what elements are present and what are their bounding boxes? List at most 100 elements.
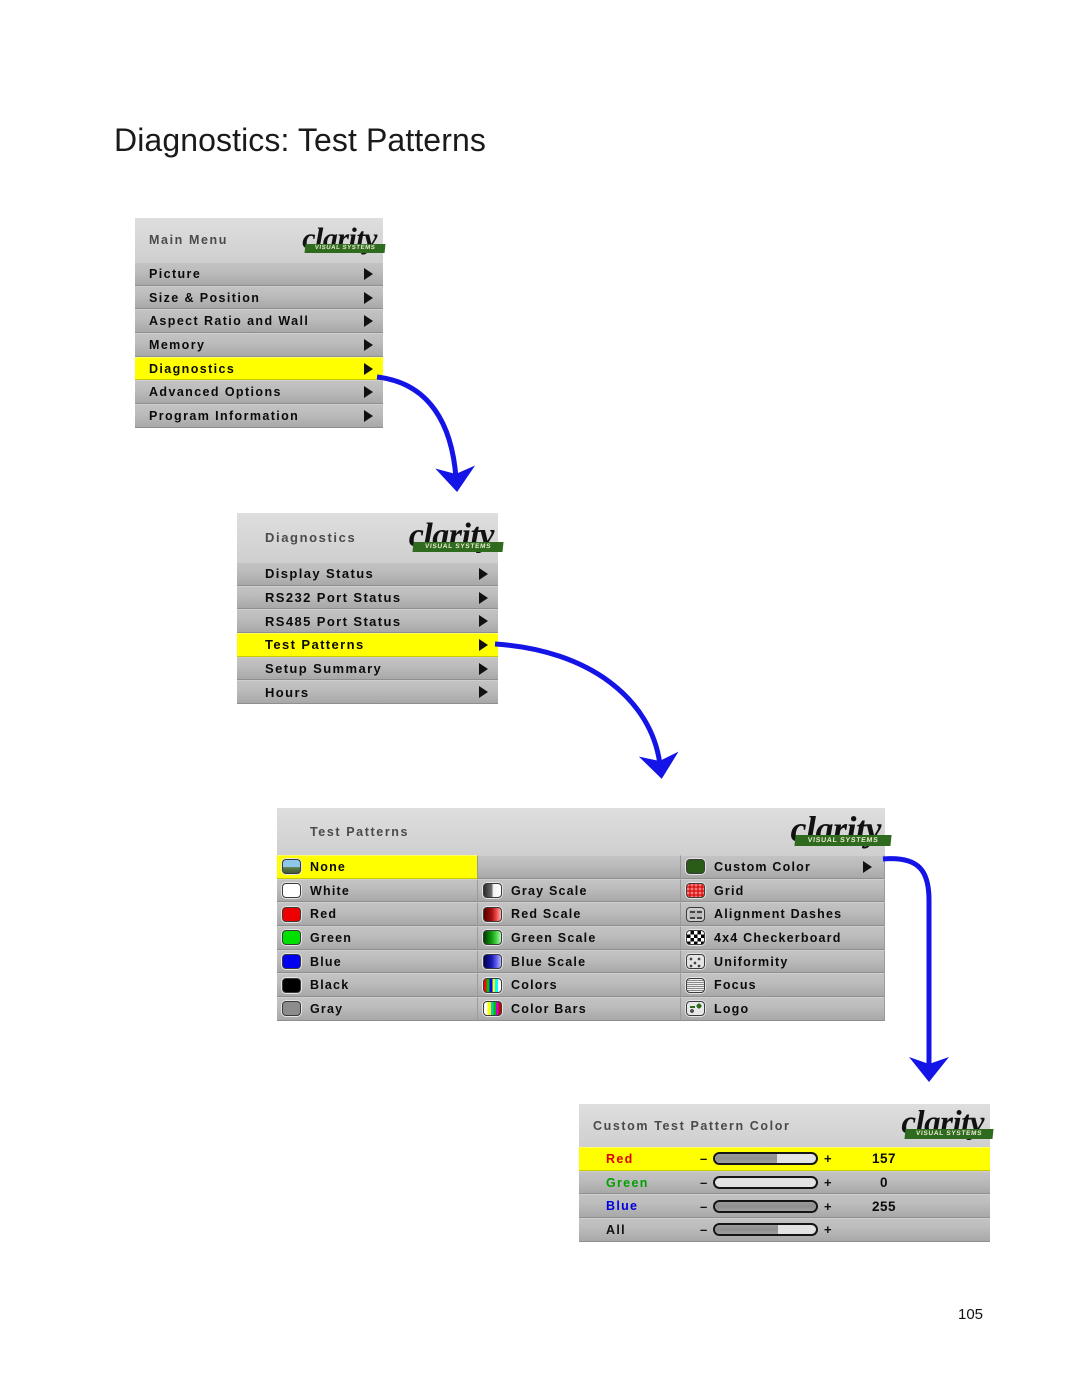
test-pattern-item-4x4-checkerboard[interactable]: 4x4 Checkerboard xyxy=(681,926,885,950)
menu-item-diagnostics[interactable]: Diagnostics xyxy=(135,356,383,381)
pattern-gray-icon xyxy=(282,1001,301,1017)
pattern-grid-icon xyxy=(686,883,705,899)
increment-button-green[interactable]: + xyxy=(824,1175,833,1190)
test-pattern-item-white[interactable]: White xyxy=(277,878,478,903)
decrement-button-green[interactable]: – xyxy=(700,1175,709,1190)
menu-item-label: Diagnostics xyxy=(149,361,236,376)
custom-color-rows: Red – +157 Green – +0 Blue – +255 All – + xyxy=(579,1147,990,1242)
test-pattern-item-uniformity[interactable]: Uniformity xyxy=(681,949,885,974)
increment-button-all[interactable]: + xyxy=(824,1222,833,1237)
clarity-logo: clarity VISUAL SYSTEMS xyxy=(302,224,386,254)
diagnostics-title: Diagnostics xyxy=(265,530,357,545)
menu-item-label: Display Status xyxy=(265,566,375,582)
test-pattern-label: Gray xyxy=(310,1001,344,1016)
decrement-button-blue[interactable]: – xyxy=(700,1199,709,1214)
submenu-arrow-icon xyxy=(364,315,373,328)
submenu-arrow-icon xyxy=(479,591,488,604)
diagnostics-header: Diagnostics clarity VISUAL SYSTEMS xyxy=(237,513,504,562)
menu-item-size-position[interactable]: Size & Position xyxy=(135,285,383,310)
pattern-logo-icon xyxy=(686,1001,705,1017)
menu-item-setup-summary[interactable]: Setup Summary xyxy=(237,656,498,681)
menu-item-label: Program Information xyxy=(149,408,300,423)
test-pattern-item-gray-scale[interactable]: Gray Scale xyxy=(478,878,681,903)
menu-item-advanced-options[interactable]: Advanced Options xyxy=(135,380,383,405)
slider-green[interactable] xyxy=(713,1176,818,1190)
test-pattern-label: White xyxy=(310,883,351,898)
custom-color-value-blue: 255 xyxy=(871,1198,897,1214)
decrement-button-red[interactable]: – xyxy=(700,1151,709,1166)
custom-color-row-blue[interactable]: Blue – +255 xyxy=(579,1194,990,1219)
test-pattern-item-black[interactable]: Black xyxy=(277,973,478,998)
test-pattern-item-green-scale[interactable]: Green Scale xyxy=(478,926,681,950)
pattern-green-scale-icon xyxy=(483,930,502,946)
arrow-diagnostics-to-test-patterns xyxy=(494,641,679,779)
custom-color-panel: Custom Test Pattern Color clarity VISUAL… xyxy=(579,1104,994,1242)
menu-item-label: Advanced Options xyxy=(149,385,282,400)
menu-item-rs485-port-status[interactable]: RS485 Port Status xyxy=(237,609,498,634)
submenu-arrow-icon xyxy=(364,291,373,304)
pattern-blue-icon xyxy=(282,954,301,970)
menu-item-label: RS485 Port Status xyxy=(265,613,402,629)
pattern-blue-scale-icon xyxy=(483,954,502,970)
test-pattern-label: Blue xyxy=(310,954,342,969)
increment-button-blue[interactable]: + xyxy=(824,1199,833,1214)
arrow-main-to-diagnostics xyxy=(376,374,476,492)
pattern-alignment-dashes-icon xyxy=(686,906,705,922)
custom-color-row-red[interactable]: Red – +157 xyxy=(579,1147,990,1171)
clarity-logo-tagline: VISUAL SYSTEMS xyxy=(793,835,892,846)
decrement-button-all[interactable]: – xyxy=(700,1222,709,1237)
slider-fill-red xyxy=(715,1154,777,1164)
test-pattern-item-red[interactable]: Red xyxy=(277,902,478,927)
test-pattern-label: Red xyxy=(310,907,338,922)
custom-color-title: Custom Test Pattern Color xyxy=(593,1118,791,1133)
menu-item-test-patterns[interactable]: Test Patterns xyxy=(237,633,498,657)
custom-color-row-all[interactable]: All – + xyxy=(579,1218,990,1242)
custom-color-row-green[interactable]: Green – +0 xyxy=(579,1170,990,1195)
menu-item-picture[interactable]: Picture xyxy=(135,262,383,286)
test-pattern-item-color-bars[interactable]: Color Bars xyxy=(478,997,681,1021)
test-pattern-label: Gray Scale xyxy=(511,883,588,898)
test-pattern-item-green[interactable]: Green xyxy=(277,926,478,950)
clarity-logo-tagline: VISUAL SYSTEMS xyxy=(412,542,504,552)
test-pattern-item-alignment-dashes[interactable]: Alignment Dashes xyxy=(681,902,885,927)
pattern-checkerboard-icon xyxy=(686,930,705,946)
main-menu-panel: Main Menu clarity VISUAL SYSTEMS Picture… xyxy=(135,218,386,428)
menu-item-rs232-port-status[interactable]: RS232 Port Status xyxy=(237,585,498,610)
menu-item-program-information[interactable]: Program Information xyxy=(135,404,383,428)
menu-item-memory[interactable]: Memory xyxy=(135,333,383,357)
custom-color-label-all: All xyxy=(606,1222,626,1237)
submenu-arrow-icon xyxy=(479,638,488,651)
menu-item-hours[interactable]: Hours xyxy=(237,680,498,705)
test-pattern-item-red-scale[interactable]: Red Scale xyxy=(478,902,681,927)
test-pattern-item-none[interactable]: None xyxy=(277,855,478,879)
custom-color-label-green: Green xyxy=(606,1175,649,1190)
custom-color-value-green: 0 xyxy=(879,1175,888,1191)
test-pattern-item-focus[interactable]: Focus xyxy=(681,973,885,998)
menu-item-label: Hours xyxy=(265,684,310,700)
test-pattern-item-gray[interactable]: Gray xyxy=(277,997,478,1021)
test-pattern-item-blue-scale[interactable]: Blue Scale xyxy=(478,949,681,974)
test-pattern-label: Colors xyxy=(511,978,558,993)
test-pattern-item-logo[interactable]: Logo xyxy=(681,997,885,1021)
test-pattern-item-custom-color[interactable]: Custom Color xyxy=(681,855,885,879)
clarity-logo: clarity VISUAL SYSTEMS xyxy=(409,519,504,553)
slider-all[interactable] xyxy=(713,1223,818,1237)
menu-item-display-status[interactable]: Display Status xyxy=(237,562,498,586)
custom-color-value-red: 157 xyxy=(871,1151,897,1167)
submenu-arrow-icon xyxy=(364,338,373,351)
test-pattern-item-colors[interactable]: Colors xyxy=(478,973,681,998)
test-patterns-panel: Test Patterns clarity VISUAL SYSTEMS Non… xyxy=(277,808,892,1021)
submenu-arrow-icon xyxy=(364,267,373,280)
test-pattern-label: Alignment Dashes xyxy=(714,907,843,922)
increment-button-red[interactable]: + xyxy=(824,1151,833,1166)
test-pattern-item-grid[interactable]: Grid xyxy=(681,878,885,903)
pattern-red-icon xyxy=(282,906,301,922)
menu-item-aspect-ratio-and-wall[interactable]: Aspect Ratio and Wall xyxy=(135,309,383,334)
test-pattern-item-blue[interactable]: Blue xyxy=(277,949,478,974)
clarity-logo: clarity VISUAL SYSTEMS xyxy=(791,811,892,847)
slider-blue[interactable] xyxy=(713,1199,818,1213)
custom-color-header: Custom Test Pattern Color clarity VISUAL… xyxy=(579,1104,994,1147)
slider-red[interactable] xyxy=(713,1152,818,1166)
custom-color-label-red: Red xyxy=(606,1151,634,1166)
test-patterns-header: Test Patterns clarity VISUAL SYSTEMS xyxy=(277,808,892,855)
